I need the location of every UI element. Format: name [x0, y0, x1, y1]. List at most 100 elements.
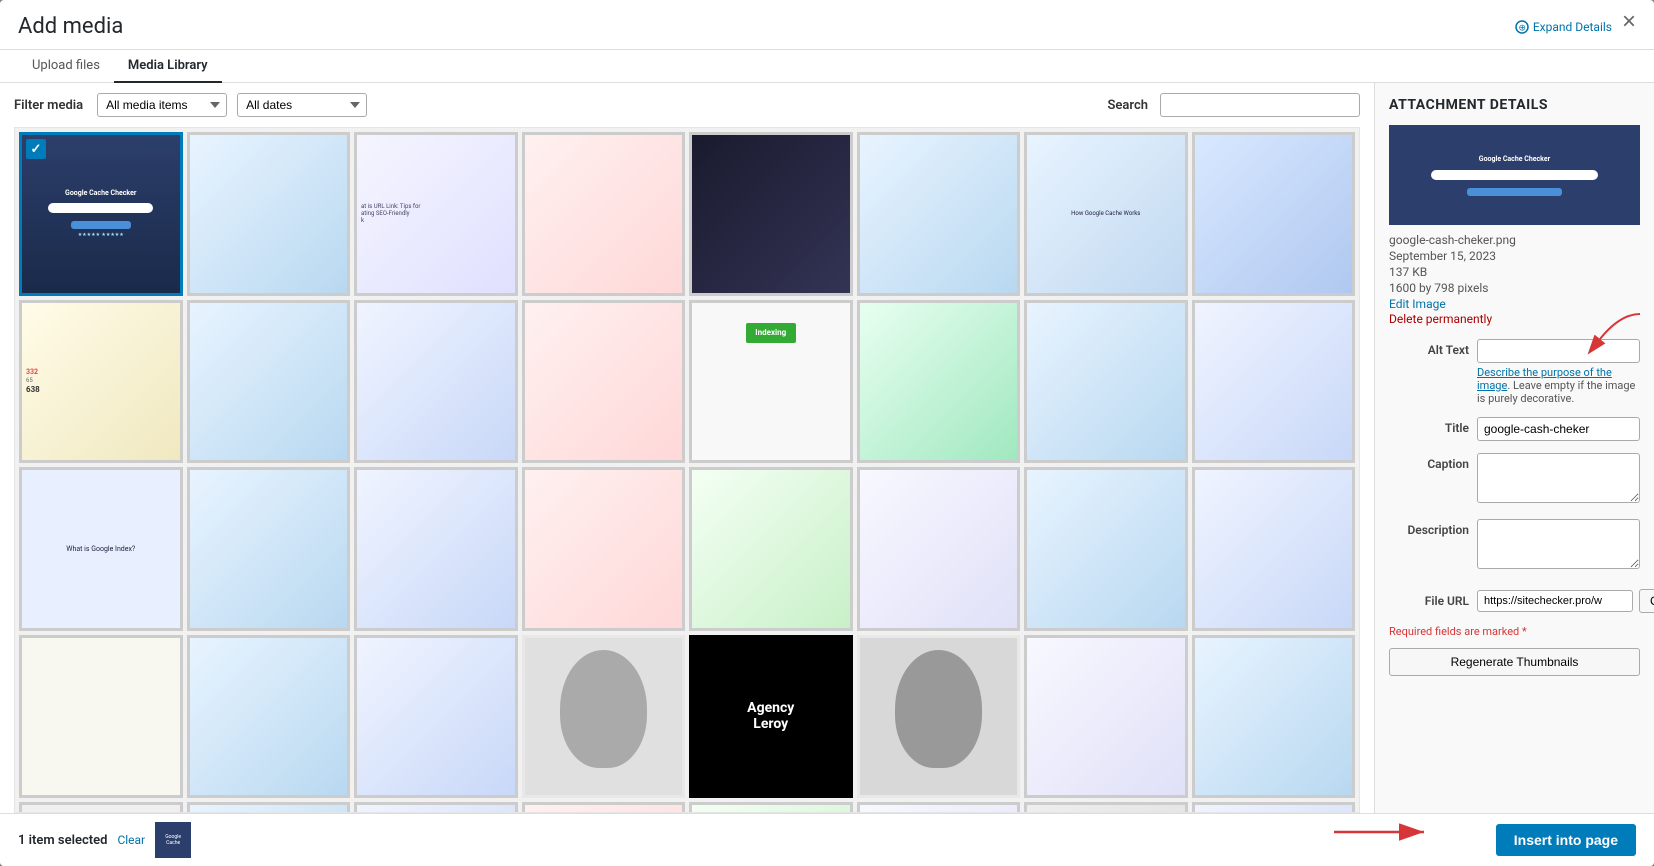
media-item[interactable] [187, 300, 351, 464]
media-item[interactable] [354, 635, 518, 799]
alt-text-hint: Describe the purpose of the image. Leave… [1477, 366, 1640, 405]
caption-label: Caption [1389, 453, 1469, 471]
modal-close-button[interactable]: × [1622, 10, 1636, 44]
media-item[interactable] [187, 802, 351, 813]
selected-count: 1 item selected [18, 833, 107, 848]
title-field-row: Title [1389, 417, 1640, 441]
media-item[interactable] [857, 802, 1021, 813]
filter-bar: Filter media All media items All dates S… [14, 93, 1360, 117]
media-item[interactable] [689, 467, 853, 631]
media-item[interactable] [522, 635, 686, 799]
file-size: 137 KB [1389, 265, 1640, 279]
preview-mini: Google Cache Checker [1389, 125, 1640, 225]
insert-arrow-annotation [1324, 812, 1444, 852]
media-item[interactable] [1192, 802, 1356, 813]
file-url-row: Copy URL [1477, 589, 1654, 613]
media-item[interactable] [1024, 300, 1188, 464]
media-item[interactable] [1192, 467, 1356, 631]
media-item[interactable] [1192, 300, 1356, 464]
search-area: Search [1107, 93, 1360, 117]
expand-details-label: Expand Details [1533, 20, 1612, 34]
media-type-filter[interactable]: All media items [97, 93, 227, 117]
alt-text-label: Alt Text [1389, 339, 1469, 357]
description-input[interactable] [1477, 519, 1640, 569]
modal-body: Filter media All media items All dates S… [0, 83, 1654, 813]
expand-details-button[interactable]: ⊕ Expand Details [1515, 20, 1612, 34]
edit-image-link[interactable]: Edit Image [1389, 297, 1446, 311]
description-label: Description [1389, 519, 1469, 537]
media-item[interactable] [522, 802, 686, 813]
media-item[interactable] [187, 132, 351, 296]
media-item[interactable] [689, 802, 853, 813]
media-item[interactable] [1192, 132, 1356, 296]
media-item[interactable] [857, 300, 1021, 464]
tab-media-library[interactable]: Media Library [114, 50, 222, 83]
file-url-label: File URL [1389, 590, 1469, 608]
media-item[interactable] [1024, 635, 1188, 799]
title-input[interactable] [1477, 417, 1640, 441]
expand-icon: ⊕ [1515, 20, 1529, 34]
caption-field-row: Caption [1389, 453, 1640, 507]
svg-text:⊕: ⊕ [1518, 24, 1526, 34]
add-media-modal: Add media ⊕ Expand Details × Upload file… [0, 0, 1654, 866]
regenerate-thumbnails-button[interactable]: Regenerate Thumbnails [1389, 648, 1640, 676]
media-item[interactable]: at is URL Link: Tips forating SEO-Friend… [354, 132, 518, 296]
search-label: Search [1107, 98, 1148, 113]
modal-footer: 1 item selected Clear GoogleCache [0, 813, 1654, 866]
media-item[interactable] [857, 635, 1021, 799]
modal-overlay: Add media ⊕ Expand Details × Upload file… [0, 0, 1654, 866]
media-item[interactable] [522, 467, 686, 631]
media-item[interactable] [857, 467, 1021, 631]
modal-title: Add media [18, 14, 123, 49]
file-dimensions: 1600 by 798 pixels [1389, 281, 1640, 295]
media-item[interactable] [857, 132, 1021, 296]
title-label: Title [1389, 417, 1469, 435]
media-item[interactable] [689, 132, 853, 296]
media-item[interactable] [1192, 635, 1356, 799]
sidebar-preview-image: Google Cache Checker [1389, 125, 1640, 225]
copy-url-button[interactable]: Copy URL [1639, 589, 1654, 613]
media-item[interactable] [187, 635, 351, 799]
media-item[interactable]: How Google Cache Works [1024, 132, 1188, 296]
attachment-sidebar: ATTACHMENT DETAILS Google Cache Checker … [1374, 83, 1654, 813]
clear-selection-link[interactable]: Clear [117, 833, 145, 847]
media-item-agency-leroy[interactable]: AgencyLeroy [689, 635, 853, 799]
media-item[interactable]: Google Cache Checker ★★★★★ ★★★★★ ✓ [19, 132, 183, 296]
media-item[interactable] [354, 300, 518, 464]
media-item[interactable] [354, 802, 518, 813]
filter-media-label: Filter media [14, 98, 83, 113]
search-input[interactable] [1160, 93, 1360, 117]
media-item[interactable]: Indexing [689, 300, 853, 464]
media-item[interactable] [354, 467, 518, 631]
media-item[interactable] [522, 300, 686, 464]
media-item[interactable]: 33265638 [19, 300, 183, 464]
tab-upload[interactable]: Upload files [18, 50, 114, 83]
media-item[interactable] [19, 802, 183, 813]
modal-tabs: Upload files Media Library [0, 50, 1654, 83]
alt-text-input[interactable] [1477, 339, 1640, 363]
modal-header: Add media ⊕ Expand Details × [0, 0, 1654, 50]
media-item[interactable] [19, 635, 183, 799]
sidebar-file-info: google-cash-cheker.png September 15, 202… [1389, 233, 1640, 327]
delete-permanently-link[interactable]: Delete permanently [1389, 312, 1492, 326]
description-field-row: Description [1389, 519, 1640, 573]
media-grid-container[interactable]: Google Cache Checker ★★★★★ ★★★★★ ✓ at is… [14, 127, 1360, 813]
media-item[interactable] [187, 467, 351, 631]
file-date: September 15, 2023 [1389, 249, 1640, 263]
file-url-input[interactable] [1477, 590, 1633, 612]
media-grid: Google Cache Checker ★★★★★ ★★★★★ ✓ at is… [15, 128, 1359, 813]
media-item[interactable]: What is Google Index? [19, 467, 183, 631]
media-item[interactable] [522, 132, 686, 296]
media-main: Filter media All media items All dates S… [0, 83, 1374, 813]
media-item[interactable] [1024, 467, 1188, 631]
date-filter[interactable]: All dates [237, 93, 367, 117]
selected-check: ✓ [26, 139, 46, 159]
filename: google-cash-cheker.png [1389, 233, 1640, 247]
alt-text-hint-link[interactable]: Describe the purpose of the image [1477, 366, 1612, 392]
caption-input[interactable] [1477, 453, 1640, 503]
footer-left: 1 item selected Clear GoogleCache [18, 822, 191, 858]
media-item[interactable]: 1701% ... 225 [1024, 802, 1188, 813]
sidebar-title: ATTACHMENT DETAILS [1389, 97, 1640, 113]
insert-into-page-button[interactable]: Insert into page [1496, 824, 1636, 856]
file-url-field-row: File URL Copy URL [1389, 585, 1640, 613]
